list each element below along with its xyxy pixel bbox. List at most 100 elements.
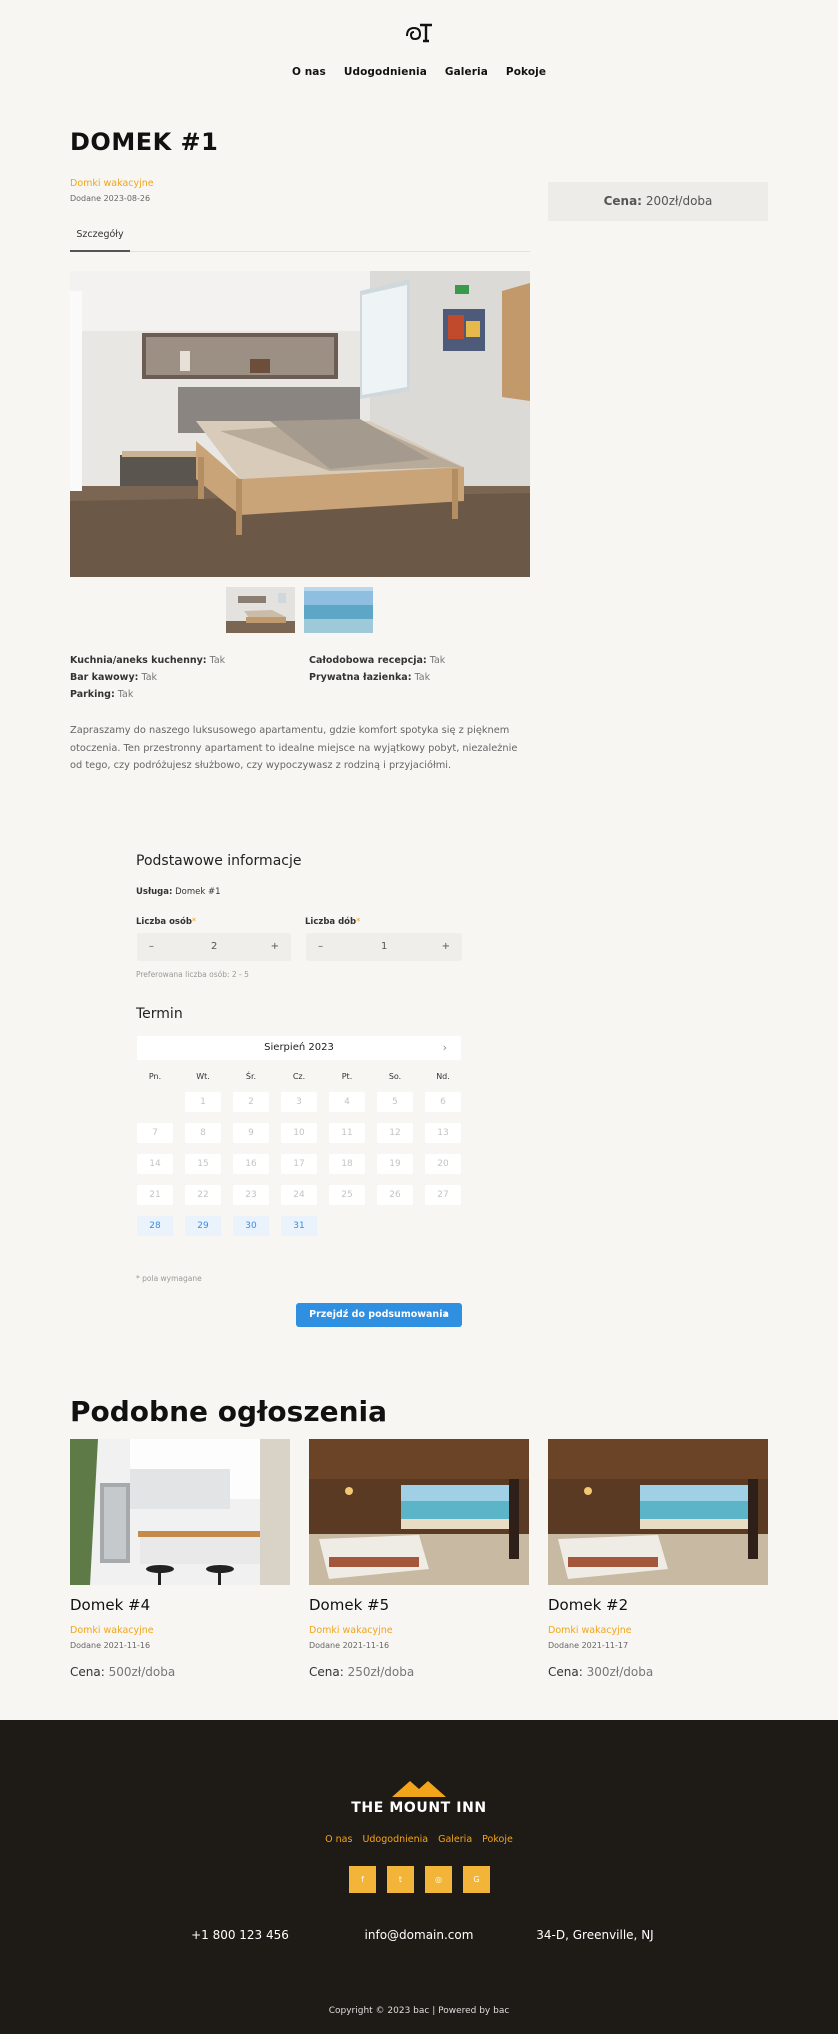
calendar-day[interactable]: 30 [233,1216,269,1236]
listing-description: Zapraszamy do naszego luksusowego aparta… [70,725,518,771]
similar-card-price: Cena: 500zł/doba [70,1665,175,1679]
footer-nav-pokoje[interactable]: Pokoje [482,1834,513,1845]
required-mark: * [191,917,197,927]
amenity-label: Kuchnia/aneks kuchenny: [70,655,207,666]
amenity-parking: Parking: Tak [70,689,133,700]
weekday-label: Nd. [436,1072,450,1081]
calendar-next-button[interactable]: › [443,1036,447,1060]
similar-title: Podobne ogłoszenia [70,1395,388,1428]
price-value: 250zł/doba [347,1665,415,1679]
guests-plus-button[interactable]: + [271,933,279,961]
nav-o-nas[interactable]: O nas [292,66,326,78]
facebook-icon[interactable]: f [349,1866,376,1893]
price-value: 500zł/doba [108,1665,176,1679]
footer-nav-udogodnienia[interactable]: Udogodnienia [362,1834,428,1845]
required-mark: * [356,917,361,927]
calendar-day: 10 [281,1123,317,1143]
nights-label: Liczba dób [305,917,357,927]
calendar-day: 21 [137,1185,173,1205]
similar-card-image[interactable] [70,1439,290,1585]
calendar-day[interactable]: 31 [281,1216,317,1236]
similar-card-price: Cena: 250zł/doba [309,1665,414,1679]
thumbnail-sea-view[interactable] [304,587,373,633]
tab-szczegoly[interactable]: Szczegóły [70,218,130,252]
calendar-day: 1 [185,1092,221,1112]
page: O nas Udogodnienia Galeria Pokoje DOMEK … [0,0,838,2034]
amenity-label: Parking: [70,689,115,700]
nav-galeria[interactable]: Galeria [445,66,488,78]
guests-label: Liczba osób [136,917,192,927]
calendar-day: 19 [377,1154,413,1174]
amenity-label: Prywatna łazienka: [309,672,412,683]
amenity-label: Bar kawowy: [70,672,139,683]
calendar-day: 5 [377,1092,413,1112]
nights-value[interactable]: 1 [381,933,387,961]
booking-section-title: Podstawowe informacje [136,853,302,869]
listing-title: DOMEK #1 [70,128,219,156]
similar-card-image[interactable] [309,1439,529,1585]
calendar-day: 14 [137,1154,173,1174]
calendar-day: 13 [425,1123,461,1143]
similar-card-name[interactable]: Domek #5 [309,1596,389,1614]
guests-label-line: Liczba osób* [136,917,196,927]
service-value: Domek #1 [175,887,221,897]
calendar-day: 11 [329,1123,365,1143]
similar-card-category[interactable]: Domki wakacyjne [70,1625,154,1636]
summary-button[interactable]: Przejdź do podsumowania › [296,1303,462,1327]
price-label: Cena: [603,194,642,208]
similar-card-image[interactable] [548,1439,768,1585]
thumbnail-bedroom[interactable] [226,587,295,633]
footer-nav-galeria[interactable]: Galeria [438,1834,472,1845]
similar-card-name[interactable]: Domek #4 [70,1596,150,1614]
similar-card-category[interactable]: Domki wakacyjne [309,1625,393,1636]
required-note: * pola wymagane [136,1274,202,1283]
summary-button-label: Przejdź do podsumowania [309,1309,449,1320]
footer-nav-o-nas[interactable]: O nas [325,1834,352,1845]
similar-card-date: Dodane 2021-11-16 [70,1641,151,1650]
google-icon[interactable]: G [463,1866,490,1893]
similar-card[interactable]: Domek #4 Domki wakacyjne Dodane 2021-11-… [70,1439,290,1679]
similar-card-category[interactable]: Domki wakacyjne [548,1625,632,1636]
amenity-coffee-bar: Bar kawowy: Tak [70,672,157,683]
price-value: 300zł/doba [586,1665,654,1679]
calendar-day: 17 [281,1154,317,1174]
nights-minus-button[interactable]: – [318,933,323,961]
listing-category-link[interactable]: Domki wakacyjne [70,178,154,189]
calendar-day[interactable]: 28 [137,1216,173,1236]
similar-card-name[interactable]: Domek #2 [548,1596,628,1614]
service-label: Usługa: [136,887,173,897]
instagram-icon[interactable]: ◎ [425,1866,452,1893]
site-logo[interactable] [404,20,434,46]
calendar-day: 27 [425,1185,461,1205]
nights-plus-button[interactable]: + [442,933,450,961]
guests-minus-button[interactable]: – [149,933,154,961]
calendar-day: 3 [281,1092,317,1112]
service-line: Usługa: Domek #1 [136,887,221,897]
copyright: Copyright © 2023 bac | Powered by bac [328,2006,510,2016]
guests-value[interactable]: 2 [211,933,217,961]
social-links: f t ◎ G [349,1866,490,1893]
calendar-day: 23 [233,1185,269,1205]
weekday-label: Wt. [196,1072,210,1081]
amenity-value: Tak [429,655,446,666]
calendar-month: Sierpień 2023 [264,1042,334,1053]
twitter-icon[interactable]: t [387,1866,414,1893]
price-box: Cena: 200zł/doba [548,182,768,221]
footer-email[interactable]: info@domain.com [339,1928,499,1942]
amenity-reception: Całodobowa recepcja: Tak [309,655,445,666]
amenity-value: Tak [414,672,431,683]
weekday-label: Śr. [245,1072,257,1081]
amenity-label: Całodobowa recepcja: [309,655,427,666]
footer-brand: THE MOUNT INN [351,1800,487,1816]
footer-phone[interactable]: +1 800 123 456 [160,1928,320,1942]
main-photo[interactable] [70,271,530,577]
calendar-day: 9 [233,1123,269,1143]
nav-udogodnienia[interactable]: Udogodnienia [344,66,427,78]
calendar-header: Sierpień 2023 › [137,1036,461,1060]
price-label: Cena: [70,1665,105,1679]
similar-card[interactable]: Domek #2 Domki wakacyjne Dodane 2021-11-… [548,1439,768,1679]
nav-pokoje[interactable]: Pokoje [506,66,546,78]
similar-card[interactable]: Domek #5 Domki wakacyjne Dodane 2021-11-… [309,1439,529,1679]
amenity-bathroom: Prywatna łazienka: Tak [309,672,430,683]
calendar-day[interactable]: 29 [185,1216,221,1236]
